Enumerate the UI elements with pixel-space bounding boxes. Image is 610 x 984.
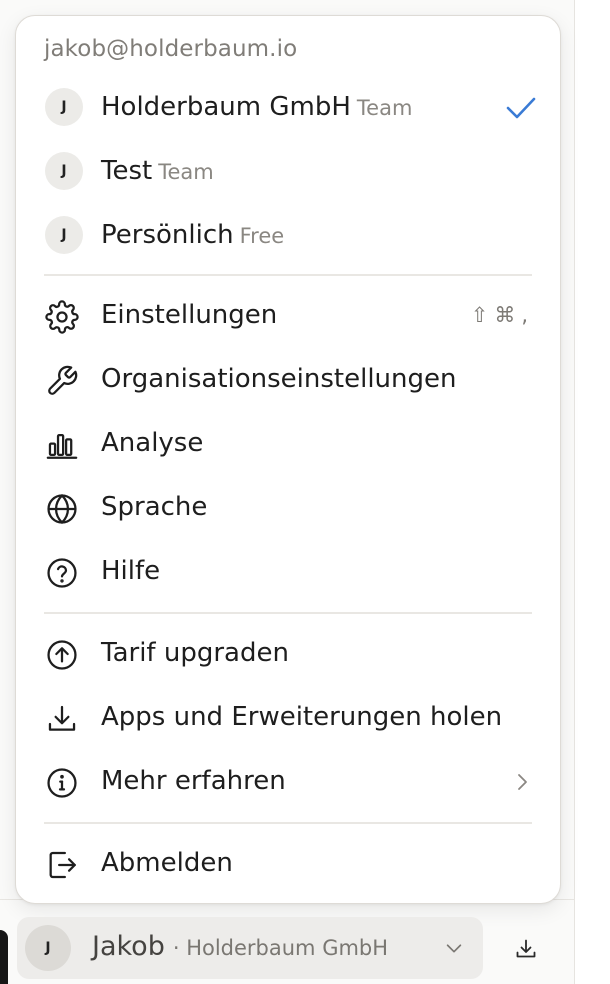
chevron-down-icon — [446, 944, 462, 953]
menu-item-language[interactable]: Sprache — [16, 478, 562, 538]
gear-icon — [44, 299, 80, 335]
user-name: Jakob — [92, 931, 165, 962]
org-avatar: J — [45, 216, 83, 254]
org-name: Test — [101, 156, 153, 186]
user-menu-button[interactable]: J Jakob · Holderbaum GmbH — [17, 917, 483, 979]
download-button[interactable] — [506, 929, 546, 969]
org-avatar: J — [45, 88, 83, 126]
user-label: Jakob · Holderbaum GmbH — [92, 931, 388, 962]
arrow-up-circle-icon — [44, 637, 80, 673]
menu-item-learn-more[interactable]: Mehr erfahren — [16, 752, 562, 812]
user-org: · Holderbaum GmbH — [172, 936, 389, 960]
menu-item-label: Sprache — [101, 492, 208, 522]
menu-item-label: Mehr erfahren — [101, 766, 286, 796]
menu-item-label: Tarif upgraden — [101, 638, 289, 668]
globe-icon — [44, 491, 80, 527]
org-label: Persönlich Free — [101, 220, 284, 250]
menu-item-settings[interactable]: Einstellungen ⇧⌘, — [16, 286, 562, 346]
org-item-personal[interactable]: J Persönlich Free — [16, 206, 562, 266]
org-name: Persönlich — [101, 220, 234, 250]
org-plan: Free — [239, 224, 285, 248]
org-plan: Team — [356, 96, 413, 120]
org-plan: Team — [158, 160, 214, 184]
window-edge — [0, 930, 8, 984]
wrench-icon — [44, 363, 80, 399]
avatar: J — [25, 925, 71, 971]
org-label: Test Team — [101, 156, 214, 186]
menu-divider — [44, 274, 532, 276]
org-name: Holderbaum GmbH — [101, 92, 351, 122]
menu-item-help[interactable]: Hilfe — [16, 542, 562, 602]
chevron-right-icon — [518, 774, 527, 790]
menu-item-label: Abmelden — [101, 848, 233, 878]
logout-icon — [44, 847, 80, 883]
org-item-test[interactable]: J Test Team — [16, 142, 562, 202]
keyboard-shortcut: ⇧⌘, — [470, 303, 534, 327]
account-menu: jakob@holderbaum.io J Holderbaum GmbH Tea… — [15, 15, 561, 904]
org-label: Holderbaum GmbH Team — [101, 92, 412, 122]
menu-item-label: Organisationseinstellungen — [101, 364, 457, 394]
account-email: jakob@holderbaum.io — [44, 36, 298, 62]
menu-item-upgrade[interactable]: Tarif upgraden — [16, 624, 562, 684]
menu-item-apps[interactable]: Apps und Erweiterungen holen — [16, 688, 562, 748]
menu-item-label: Apps und Erweiterungen holen — [101, 702, 503, 732]
menu-item-label: Einstellungen — [101, 300, 278, 330]
menu-item-analytics[interactable]: Analyse — [16, 414, 562, 474]
help-circle-icon — [44, 555, 80, 591]
check-icon — [506, 97, 536, 119]
org-item-holderbaum[interactable]: J Holderbaum GmbH Team — [16, 78, 562, 138]
menu-item-label: Hilfe — [101, 556, 161, 586]
main-content-edge — [574, 0, 610, 984]
download-icon — [516, 939, 536, 958]
menu-divider — [44, 822, 532, 824]
menu-item-org-settings[interactable]: Organisationseinstellungen — [16, 350, 562, 410]
bar-chart-icon — [44, 427, 80, 463]
menu-item-label: Analyse — [101, 428, 204, 458]
menu-item-logout[interactable]: Abmelden — [16, 834, 562, 894]
org-avatar: J — [45, 152, 83, 190]
info-circle-icon — [44, 765, 80, 801]
download-icon — [44, 701, 80, 737]
menu-divider — [44, 612, 532, 614]
